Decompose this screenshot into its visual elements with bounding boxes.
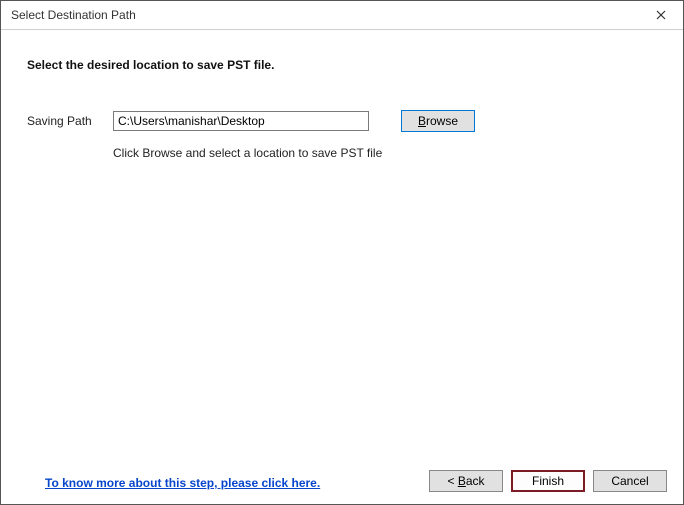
window-title: Select Destination Path [11, 8, 136, 22]
path-row: Saving Path Browse [27, 110, 659, 132]
saving-path-input[interactable] [113, 111, 369, 131]
cancel-button[interactable]: Cancel [593, 470, 667, 492]
close-button[interactable] [639, 1, 683, 29]
browse-rest: rowse [426, 114, 458, 128]
titlebar: Select Destination Path [1, 1, 683, 30]
instruction-heading: Select the desired location to save PST … [27, 58, 659, 72]
browse-mnemonic: B [418, 114, 426, 128]
back-prefix: < [447, 474, 457, 488]
help-link[interactable]: To know more about this step, please cli… [45, 476, 320, 490]
hint-text: Click Browse and select a location to sa… [113, 146, 659, 160]
back-rest: ack [466, 474, 485, 488]
browse-button[interactable]: Browse [401, 110, 475, 132]
close-icon [656, 10, 666, 20]
dialog-window: Select Destination Path Select the desir… [0, 0, 684, 505]
dialog-content: Select the desired location to save PST … [1, 30, 683, 504]
finish-button[interactable]: Finish [511, 470, 585, 492]
saving-path-label: Saving Path [27, 114, 113, 128]
back-button[interactable]: < Back [429, 470, 503, 492]
back-mnemonic: B [458, 474, 466, 488]
footer-buttons: < Back Finish Cancel [429, 470, 667, 492]
